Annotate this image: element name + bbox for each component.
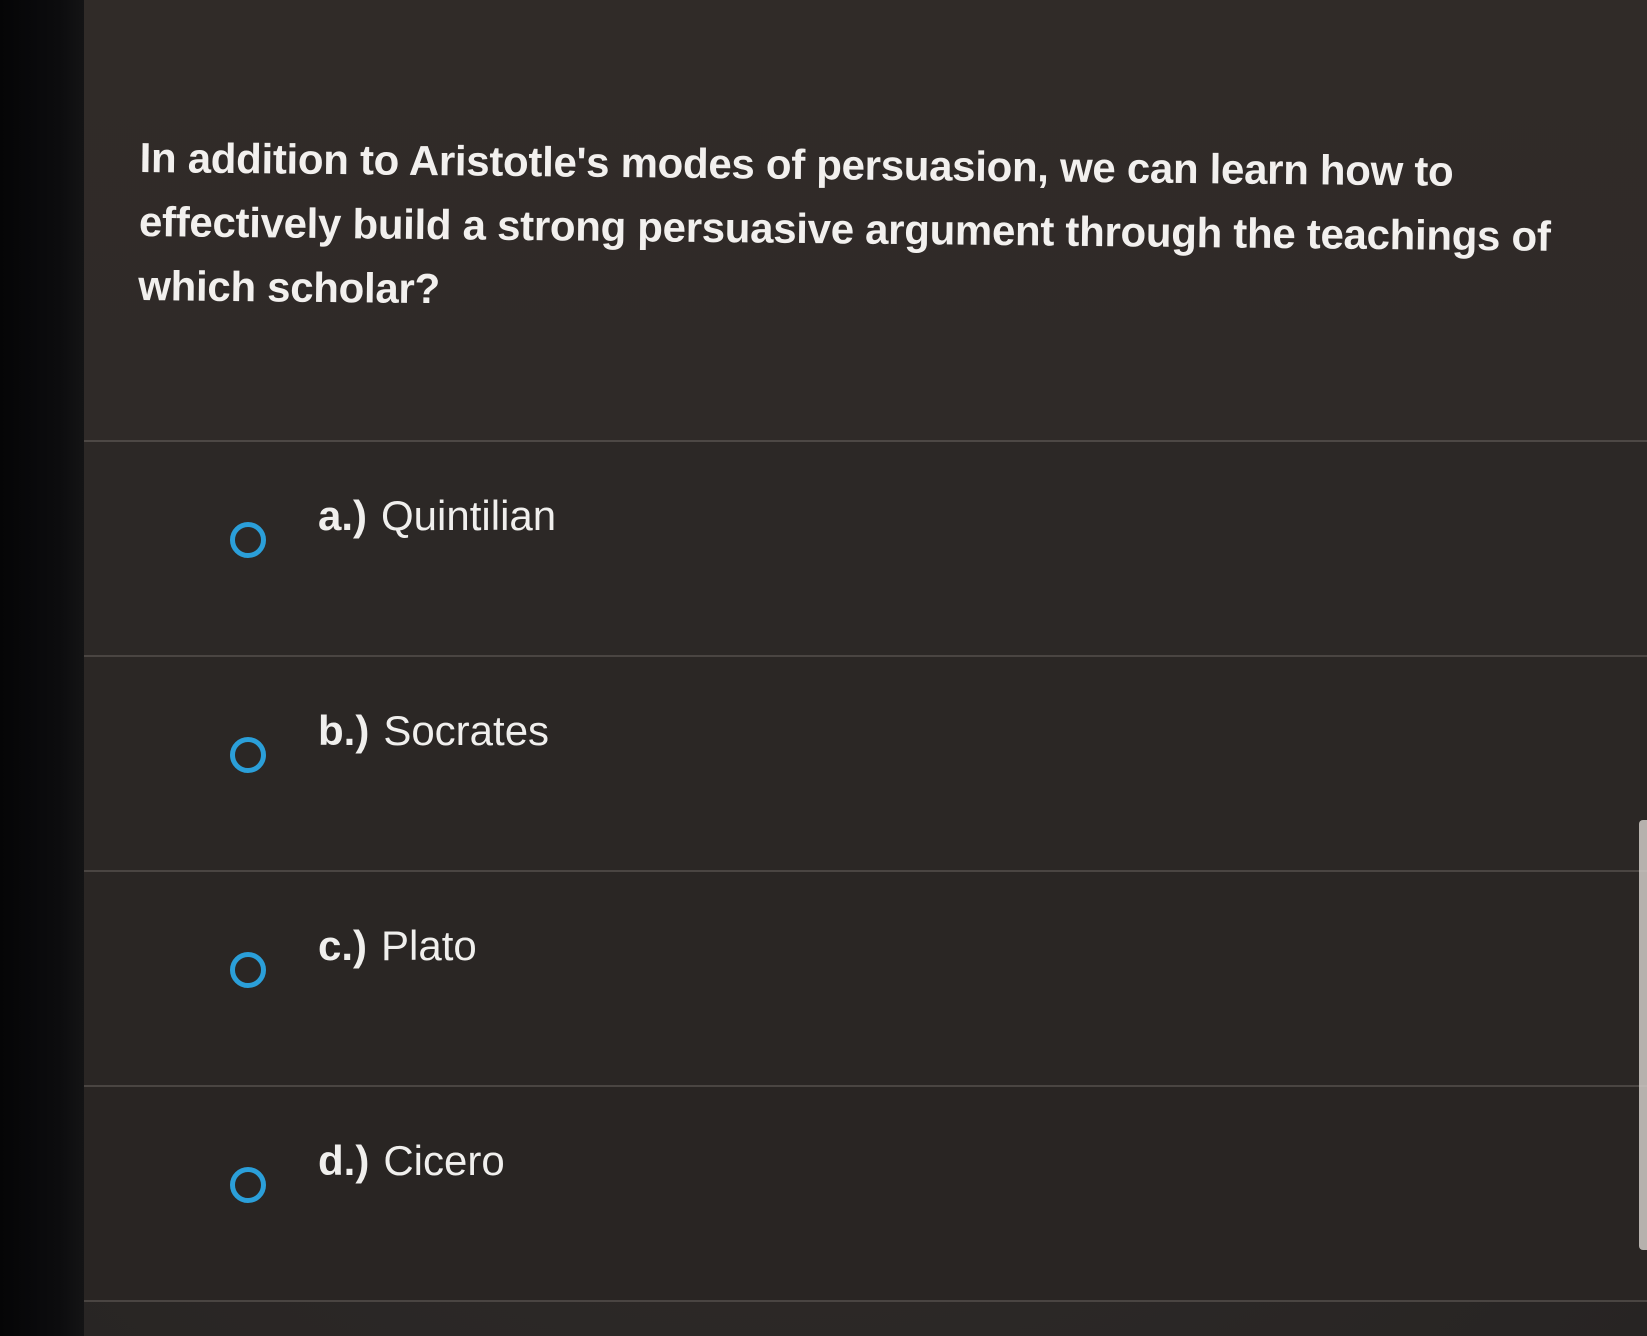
answer-options-list: a.) Quintilian b.) Socrates c.) Plato d.) Ci… <box>84 442 1647 1302</box>
radio-button-icon[interactable] <box>230 522 266 558</box>
radio-button-icon[interactable] <box>230 952 266 988</box>
answer-option-b[interactable]: b.) Socrates <box>84 657 1647 872</box>
option-letter: d.) <box>318 1137 370 1184</box>
quiz-screen: In addition to Aristotle's modes of pers… <box>84 0 1647 1336</box>
option-text: Socrates <box>383 707 550 754</box>
answer-option-label: b.) Socrates <box>318 707 549 755</box>
option-letter: b.) <box>318 707 370 754</box>
option-letter: c.) <box>318 922 368 969</box>
option-text: Cicero <box>383 1137 505 1184</box>
radio-button-icon[interactable] <box>230 737 266 773</box>
answer-option-d[interactable]: d.) Cicero <box>84 1087 1647 1302</box>
answer-option-label: a.) Quintilian <box>318 492 556 540</box>
answer-option-c[interactable]: c.) Plato <box>84 872 1647 1087</box>
option-text: Quintilian <box>381 492 557 539</box>
answer-option-label: d.) Cicero <box>318 1137 505 1185</box>
answer-option-label: c.) Plato <box>318 922 477 970</box>
question-panel: In addition to Aristotle's modes of pers… <box>84 0 1647 442</box>
answer-option-a[interactable]: a.) Quintilian <box>84 442 1647 657</box>
scrollbar[interactable] <box>1639 820 1647 1250</box>
device-bezel <box>0 0 84 1336</box>
radio-button-icon[interactable] <box>230 1167 266 1203</box>
option-letter: a.) <box>318 492 368 539</box>
question-text: In addition to Aristotle's modes of pers… <box>138 133 1551 313</box>
option-text: Plato <box>381 922 477 969</box>
